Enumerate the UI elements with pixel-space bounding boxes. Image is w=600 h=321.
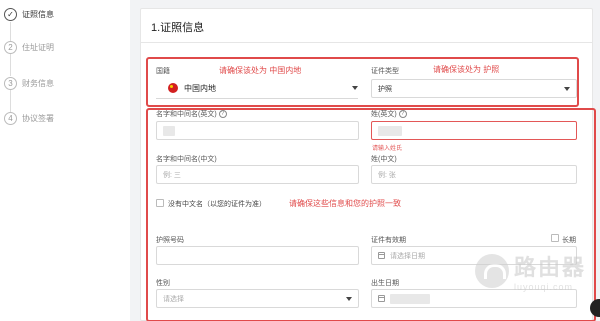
step-sidebar: ✓ 证照信息 2 住址证明 3 财务信息 4 协议签署: [0, 0, 130, 321]
chevron-down-icon: [352, 86, 358, 90]
step-connector: [10, 22, 11, 42]
given-name-en-input[interactable]: [156, 121, 359, 140]
id-type-annotation: 请确保该处为 护照: [433, 65, 500, 74]
no-chinese-name-label: 没有中文名（以您的证件为准）: [168, 201, 266, 208]
calendar-icon: [378, 252, 385, 259]
surname-en-label: 姓(英文)?: [371, 109, 407, 119]
passport-no-input[interactable]: [156, 246, 359, 265]
redacted-value: [390, 293, 430, 304]
validity-label: 证件有效期: [371, 237, 406, 244]
section-title: 1.证照信息: [151, 22, 205, 34]
divider: [141, 42, 592, 43]
chevron-down-icon: [564, 87, 570, 91]
step-number: 4: [4, 112, 17, 125]
redacted-value: [163, 125, 175, 136]
redacted-value: [378, 125, 402, 136]
step-label: 协议签署: [22, 114, 54, 123]
given-name-en-label-text: 名字和中间名(英文): [156, 111, 217, 118]
surname-en-input[interactable]: [371, 121, 577, 140]
calendar-icon: [378, 295, 385, 302]
step-agreement[interactable]: 4 协议签署: [4, 112, 54, 125]
validity-placeholder: 请选择日期: [390, 252, 425, 260]
long-term-label: 长期: [562, 237, 576, 244]
help-icon[interactable]: ?: [218, 110, 227, 119]
china-flag-icon: [168, 83, 178, 93]
passport-no-label: 护照号码: [156, 237, 184, 244]
given-name-en-label: 名字和中间名(英文)?: [156, 109, 227, 119]
country-label: 国籍: [156, 68, 170, 75]
gender-select[interactable]: 请选择: [156, 289, 359, 308]
surname-error: 请输入姓氏: [372, 146, 403, 152]
given-name-cn-label: 名字和中间名(中文): [156, 156, 217, 163]
step-financial-info[interactable]: 3 财务信息: [4, 77, 54, 90]
given-name-cn-input[interactable]: 例: 三: [156, 165, 359, 184]
id-type-select[interactable]: 护照: [371, 79, 577, 98]
help-icon[interactable]: ?: [398, 110, 407, 119]
gender-label: 性别: [156, 280, 170, 287]
step-number: 3: [4, 77, 17, 90]
check-icon: ✓: [4, 8, 17, 21]
chevron-down-icon: [346, 297, 352, 301]
long-term-checkbox[interactable]: [551, 234, 559, 242]
match-annotation: 请确保这些信息和您的护照一致: [289, 199, 401, 208]
surname-cn-placeholder: 例: 张: [378, 171, 396, 179]
router-logo-icon: [474, 254, 509, 288]
step-label: 财务信息: [22, 79, 54, 88]
step-label: 住址证明: [22, 43, 54, 52]
step-connector: [10, 52, 11, 76]
no-chinese-name-checkbox[interactable]: [156, 199, 164, 207]
step-number: 2: [4, 41, 17, 54]
country-select[interactable]: 中国内地: [168, 79, 358, 97]
watermark-cn: 路由器: [513, 255, 586, 280]
gender-placeholder: 请选择: [163, 295, 184, 303]
watermark: 路由器 luyouqi.com: [474, 250, 586, 292]
country-annotation: 请确保该处为 中国内地: [219, 66, 302, 75]
surname-cn-input[interactable]: 例: 张: [371, 165, 577, 184]
step-id-info[interactable]: ✓ 证照信息: [4, 8, 54, 21]
watermark-en: luyouqi.com: [513, 282, 574, 292]
watermark-text: 路由器 luyouqi.com: [514, 250, 586, 292]
surname-en-label-text: 姓(英文): [371, 111, 397, 118]
birthdate-label: 出生日期: [371, 280, 399, 287]
step-label: 证照信息: [22, 10, 54, 19]
id-type-label: 证件类型: [371, 68, 399, 75]
country-underline: [156, 98, 358, 99]
surname-cn-label: 姓(中文): [371, 156, 397, 163]
id-type-value: 护照: [378, 85, 392, 93]
step-address-proof[interactable]: 2 住址证明: [4, 41, 54, 54]
given-name-cn-placeholder: 例: 三: [163, 171, 181, 179]
country-value: 中国内地: [184, 83, 216, 93]
